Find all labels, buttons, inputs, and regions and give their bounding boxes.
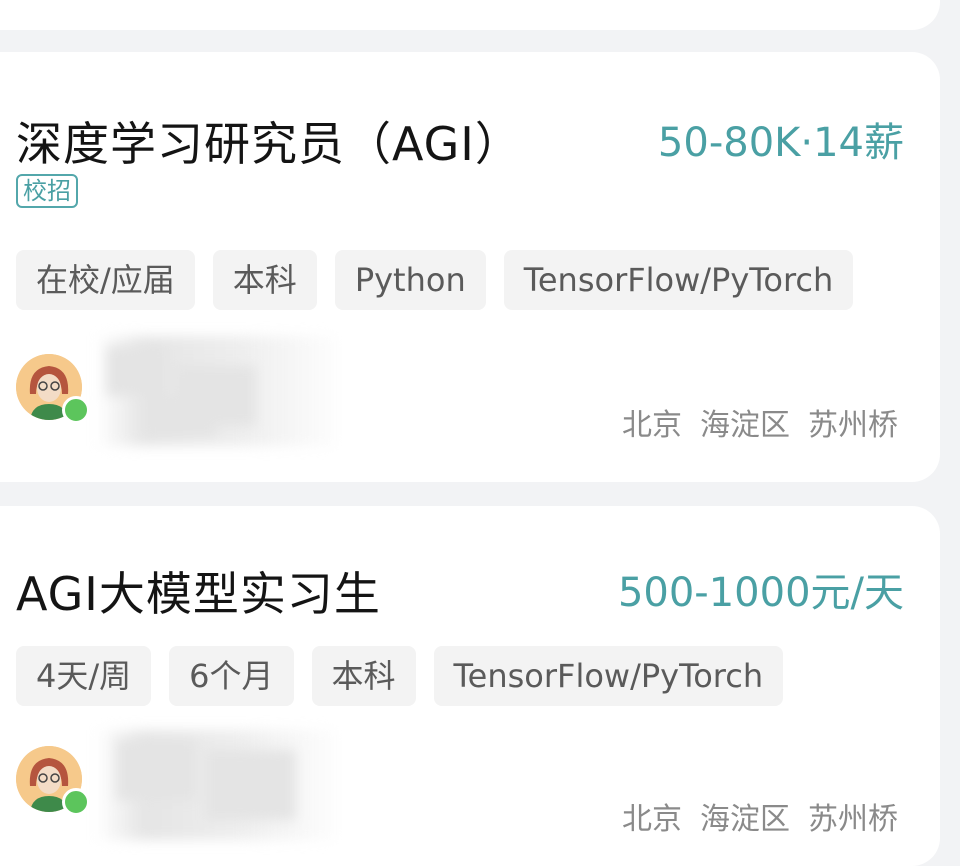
location-district: 海淀区 bbox=[700, 408, 790, 443]
job-tag: 本科 bbox=[212, 250, 317, 310]
job-tags: 4天/周 6个月 本科 TensorFlow/PyTorch bbox=[16, 646, 784, 706]
location-district: 海淀区 bbox=[700, 802, 790, 837]
job-tag: TensorFlow/PyTorch bbox=[433, 646, 784, 706]
job-tag: 在校/应届 bbox=[16, 250, 195, 310]
job-card-previous[interactable] bbox=[0, 0, 940, 30]
job-tag: Python bbox=[334, 250, 486, 310]
job-tag: 本科 bbox=[311, 646, 416, 706]
job-location: 北京 海淀区 苏州桥 bbox=[622, 400, 898, 444]
recruiter-avatar[interactable] bbox=[16, 354, 90, 424]
job-card[interactable]: AGI大模型实习生 500-1000元/天 4天/周 6个月 本科 Tensor… bbox=[0, 506, 940, 866]
redacted-recruiter-info bbox=[96, 336, 336, 446]
location-area: 苏州桥 bbox=[808, 408, 898, 443]
job-salary: 500-1000元/天 bbox=[617, 570, 904, 616]
online-status-dot bbox=[62, 788, 90, 816]
campus-recruit-badge: 校招 bbox=[16, 174, 78, 208]
redacted-recruiter-info bbox=[96, 730, 336, 840]
job-card[interactable]: 深度学习研究员（AGI） 50-80K·14薪 校招 在校/应届 本科 Pyth… bbox=[0, 52, 940, 482]
location-area: 苏州桥 bbox=[808, 802, 898, 837]
job-tag: 4天/周 bbox=[16, 646, 152, 706]
job-location: 北京 海淀区 苏州桥 bbox=[622, 794, 898, 838]
job-title: 深度学习研究员（AGI） bbox=[16, 117, 522, 171]
job-salary: 50-80K·14薪 bbox=[657, 120, 904, 166]
location-city: 北京 bbox=[622, 802, 682, 837]
recruiter-avatar[interactable] bbox=[16, 746, 90, 816]
job-tags: 在校/应届 本科 Python TensorFlow/PyTorch bbox=[16, 250, 854, 310]
job-tag: 6个月 bbox=[169, 646, 294, 706]
location-city: 北京 bbox=[622, 408, 682, 443]
job-title: AGI大模型实习生 bbox=[16, 567, 381, 621]
job-tag: TensorFlow/PyTorch bbox=[503, 250, 854, 310]
online-status-dot bbox=[62, 396, 90, 424]
